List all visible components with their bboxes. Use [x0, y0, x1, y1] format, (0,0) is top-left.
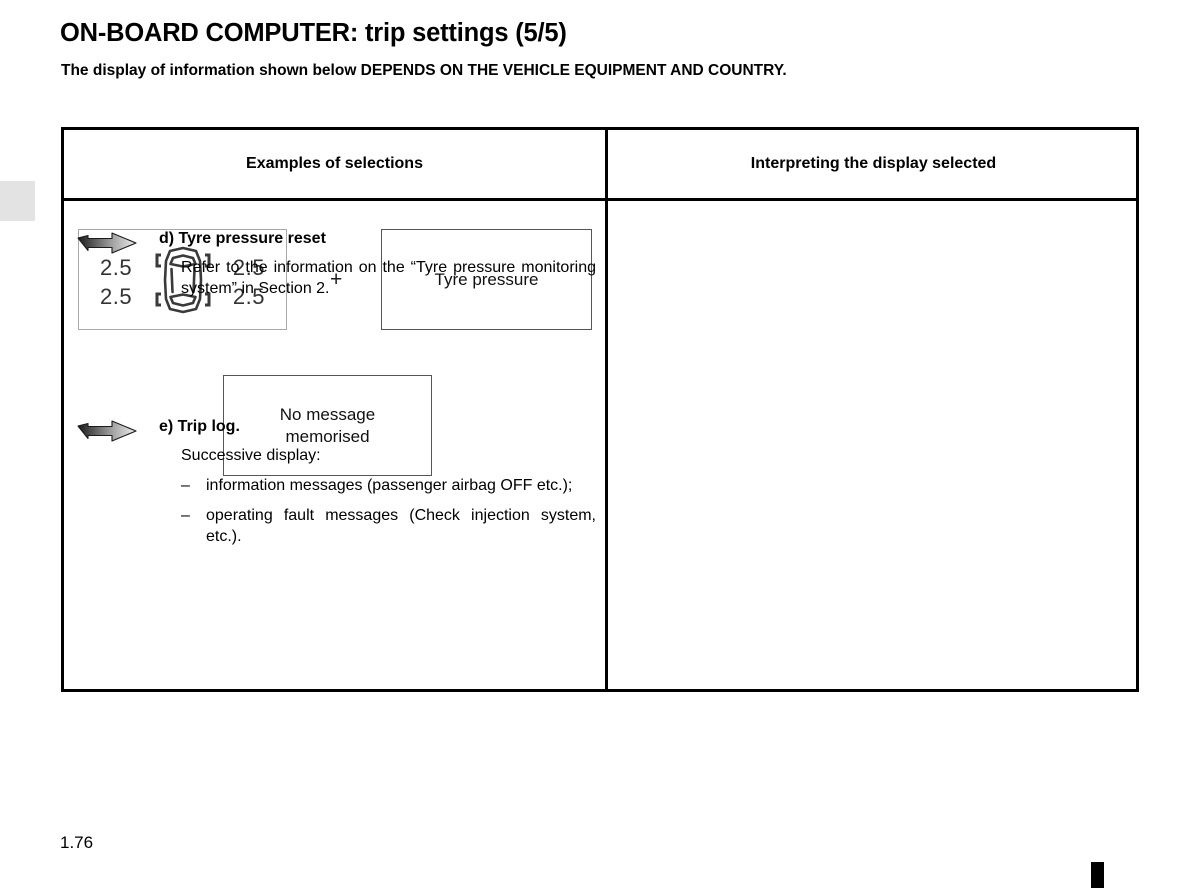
- interpretation-title-d: d) Tyre pressure reset: [159, 230, 326, 247]
- table-header-examples: Examples of selections: [246, 155, 423, 172]
- interpretation-title-e: e) Trip log.: [159, 418, 240, 435]
- list-item-label: information messages (passenger airbag O…: [206, 477, 573, 494]
- section-edge-tab: [0, 181, 35, 221]
- interpretation-body-d: d) Tyre pressure reset Refer to the info…: [159, 229, 596, 299]
- bullet-dash: –: [181, 477, 190, 494]
- comparison-table: Examples of selections Interpreting the …: [61, 127, 1139, 692]
- interpretation-bullet-list-e: – information messages (passenger airbag…: [159, 475, 596, 547]
- page-corner-mark: [1091, 862, 1104, 888]
- page-subtitle: The display of information shown below D…: [61, 62, 787, 79]
- list-item-label: operating fault messages (Check injectio…: [206, 507, 596, 545]
- bullet-dash: –: [181, 507, 190, 524]
- table-header-row: Examples of selections Interpreting the …: [64, 130, 1136, 201]
- arrow-right-icon: [76, 229, 138, 257]
- table-column-divider: [605, 130, 608, 689]
- tyre-value-front-left: 2.5: [100, 255, 133, 280]
- interpretation-body-e: e) Trip log. Successive display: – infor…: [159, 417, 596, 556]
- document-page: ON-BOARD COMPUTER: trip settings (5/5) T…: [0, 0, 1200, 888]
- interpretation-paragraph-d: Refer to the information on the “Tyre pr…: [181, 259, 596, 297]
- tyre-values-left: 2.5 2.5: [100, 253, 132, 311]
- interpretation-paragraph-e: Successive display:: [181, 447, 321, 464]
- page-number: 1.76: [60, 833, 94, 852]
- list-item: – operating fault messages (Check inject…: [181, 505, 596, 547]
- table-header-interpreting: Interpreting the display selected: [750, 155, 997, 172]
- arrow-right-icon: [76, 417, 138, 445]
- tyre-value-rear-left: 2.5: [100, 284, 133, 309]
- page-title: ON-BOARD COMPUTER: trip settings (5/5): [60, 19, 567, 47]
- list-item: – information messages (passenger airbag…: [181, 475, 596, 496]
